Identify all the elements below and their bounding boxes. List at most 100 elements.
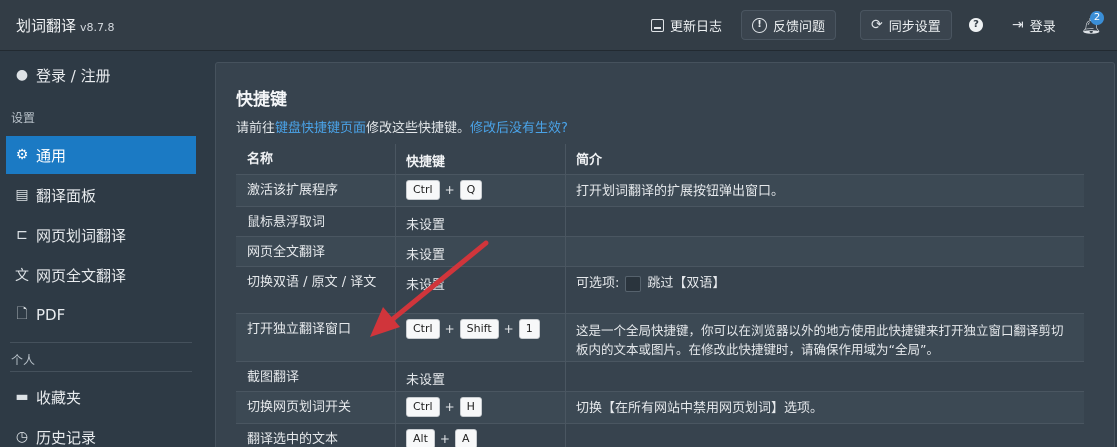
- option-prefix: 可选项:: [576, 276, 620, 291]
- sidebar-item-label: PDF: [36, 306, 66, 324]
- column-header: 快捷键: [396, 144, 566, 174]
- plus-sign: +: [503, 322, 514, 336]
- changelog-label: 更新日志: [670, 19, 723, 35]
- app-brand: 划词翻译 v8.7.8: [16, 15, 115, 36]
- subtitle-prefix: 请前往: [236, 121, 276, 136]
- sidebar-item-page-translate[interactable]: 文 网页全文翻译: [6, 256, 196, 294]
- key-cap: A: [454, 429, 477, 447]
- shortcut-description: [566, 207, 1084, 236]
- page-subtitle: 请前往键盘快捷键页面修改这些快捷键。修改后没有生效?: [236, 117, 568, 136]
- shortcut-keys: Alt + A: [396, 424, 566, 447]
- keyboard-shortcuts-link[interactable]: 键盘快捷键页面: [275, 121, 366, 136]
- key-cap: Shift: [459, 319, 499, 339]
- history-icon: ◷: [15, 429, 29, 445]
- table-row: 切换双语 / 原文 / 译文 未设置 可选项: 跳过【双语】: [236, 266, 1084, 313]
- shortcut-description: 这是一个全局快捷键，你可以在浏览器以外的地方使用此快捷键来打开独立窗口翻译剪切板…: [576, 323, 1064, 357]
- alert-icon: !: [752, 17, 767, 33]
- shortcut-name: 切换双语 / 原文 / 译文: [236, 267, 396, 313]
- skip-bilingual-checkbox[interactable]: [625, 275, 642, 292]
- key-cap: Ctrl: [406, 319, 440, 339]
- file-icon: 🗋︎: [16, 306, 28, 322]
- login-button[interactable]: ⇥ 登录: [1012, 10, 1056, 40]
- shortcut-name: 鼠标悬浮取词: [236, 207, 396, 236]
- help-button[interactable]: ?: [969, 10, 983, 40]
- gear-icon: ⚙: [15, 147, 29, 163]
- shortcut-name: 切换网页划词开关: [236, 392, 396, 423]
- table-row: 鼠标悬浮取词 未设置: [236, 206, 1084, 236]
- key-cap: 1: [518, 319, 540, 339]
- sync-button[interactable]: ⟳ 同步设置: [860, 10, 952, 40]
- sidebar-item-label: 通用: [36, 146, 67, 165]
- sidebar-item-label: 历史记录: [36, 428, 97, 447]
- table-row: 打开独立翻译窗口 Ctrl + Shift +1 这是一个全局快捷键，你可以在浏览器以…: [236, 313, 1084, 361]
- column-header: 名称: [236, 144, 396, 174]
- plus-sign: +: [444, 400, 455, 414]
- shortcut-keys: Ctrl + Q: [396, 175, 566, 206]
- table-header-row: 名称 快捷键 简介: [236, 144, 1084, 174]
- sidebar-divider: [10, 371, 192, 372]
- login-label: 登录: [1029, 19, 1056, 35]
- app-version: v8.7.8: [80, 21, 115, 34]
- sidebar-item-selection-translate[interactable]: ⊏ 网页划词翻译: [6, 216, 196, 254]
- table-row: 截图翻译 未设置: [236, 361, 1084, 391]
- notification-badge: 2: [1090, 11, 1104, 25]
- option-label: 跳过【双语】: [647, 276, 726, 291]
- sidebar-divider: [10, 342, 192, 343]
- shortcut-value: 未设置: [396, 207, 566, 236]
- shortcut-name: 打开独立翻译窗口: [236, 314, 396, 361]
- shortcut-description: [566, 237, 1084, 266]
- selection-icon: ⊏: [16, 227, 28, 243]
- shortcut-keys: Ctrl + Shift +1: [396, 314, 566, 361]
- sidebar-item-history[interactable]: ◷ 历史记录: [6, 418, 196, 447]
- sidebar-item-translate-panel[interactable]: ▤ 翻译面板: [6, 176, 196, 214]
- changelog-icon: [651, 18, 664, 32]
- folder-icon: ▬: [15, 389, 29, 405]
- feedback-label: 反馈问题: [773, 19, 826, 35]
- plus-sign: +: [444, 183, 455, 197]
- sidebar-item-label: 翻译面板: [36, 186, 97, 205]
- help-icon: ?: [969, 18, 983, 32]
- shortcut-description: [566, 362, 1084, 391]
- shortcut-keys: Ctrl + H: [396, 392, 566, 423]
- shortcut-name: 激活该扩展程序: [236, 175, 396, 206]
- shortcut-name: 截图翻译: [236, 362, 396, 391]
- not-working-link[interactable]: 修改后没有生效?: [470, 121, 568, 136]
- table-row: 激活该扩展程序 Ctrl + Q 打开划词翻译的扩展按钮弹出窗口。: [236, 174, 1084, 206]
- section-personal-heading: 个人: [11, 353, 36, 367]
- sidebar-item-favorites[interactable]: ▬ 收藏夹: [6, 378, 196, 416]
- sync-label: 同步设置: [888, 19, 941, 35]
- shortcut-description: 可选项: 跳过【双语】: [566, 267, 1084, 313]
- key-cap: Ctrl: [406, 180, 440, 200]
- shortcut-name: 翻译选中的文本: [236, 424, 396, 447]
- sidebar-login[interactable]: ● 登录 / 注册: [6, 56, 196, 94]
- shortcut-description: 切换【在所有网站中禁用网页划词】选项。: [576, 401, 824, 416]
- app-name: 划词翻译: [16, 17, 77, 35]
- feedback-button[interactable]: ! 反馈问题: [741, 10, 837, 40]
- shortcut-description: 打开划词翻译的扩展按钮弹出窗口。: [576, 184, 785, 199]
- sidebar-item-general[interactable]: ⚙ 通用: [6, 136, 196, 174]
- shortcut-value: 未设置: [396, 267, 566, 313]
- translate-icon: 文: [15, 268, 29, 284]
- user-icon: ●: [15, 67, 29, 83]
- sidebar-item-label: 网页全文翻译: [36, 266, 127, 285]
- column-header: 简介: [576, 153, 603, 168]
- sync-icon: ⟳: [871, 17, 883, 33]
- login-icon: ⇥: [1012, 17, 1024, 33]
- table-row: 翻译选中的文本 Alt + A: [236, 423, 1084, 447]
- key-cap: Q: [459, 180, 483, 200]
- subtitle-mid: 修改这些快捷键。: [366, 121, 471, 136]
- sidebar-login-label: 登录 / 注册: [36, 66, 111, 85]
- shortcut-value: 未设置: [396, 237, 566, 266]
- panel-icon: ▤: [15, 187, 29, 203]
- section-settings-heading: 设置: [11, 111, 36, 125]
- sidebar-item-pdf[interactable]: 🗋︎ PDF: [6, 296, 196, 334]
- shortcut-value: 未设置: [396, 362, 566, 391]
- sidebar-item-label: 收藏夹: [36, 388, 82, 407]
- changelog-button[interactable]: 更新日志: [651, 10, 722, 40]
- plus-sign: +: [439, 432, 450, 446]
- key-cap: Ctrl: [406, 397, 440, 417]
- shortcut-description: [566, 424, 1084, 447]
- shortcut-name: 网页全文翻译: [236, 237, 396, 266]
- top-bar: 划词翻译 v8.7.8 更新日志 ! 反馈问题 ⟳ 同步设置 ? ⇥ 登录 🔔︎ …: [0, 0, 1117, 51]
- sidebar-item-label: 网页划词翻译: [36, 226, 127, 245]
